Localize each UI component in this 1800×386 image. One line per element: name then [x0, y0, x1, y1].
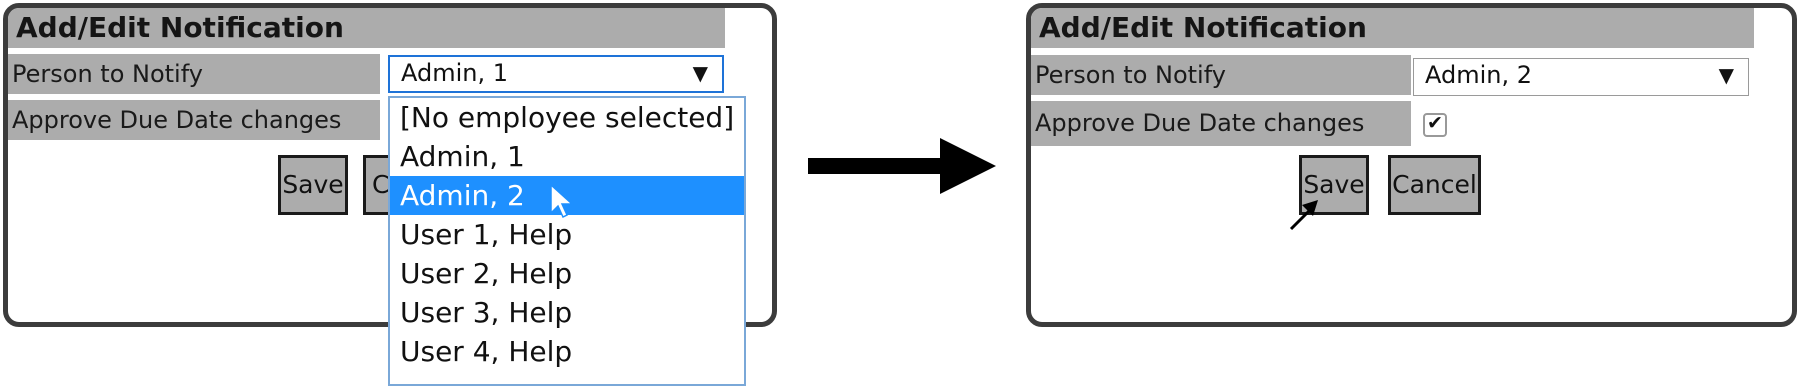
checkmark-icon: ✔ [1427, 112, 1443, 134]
person-select[interactable]: Admin, 1 ▼ [388, 55, 724, 93]
person-to-notify-label: Person to Notify [1031, 55, 1411, 95]
notification-panel-before: Add/Edit Notification Person to Notify A… [3, 3, 777, 386]
dropdown-option[interactable]: User 4, Help [390, 332, 744, 371]
dropdown-option[interactable]: User 3, Help [390, 293, 744, 332]
panel-title: Add/Edit Notification [8, 8, 725, 48]
dropdown-option[interactable]: User 2, Help [390, 254, 744, 293]
notification-panel-after: Add/Edit Notification Person to Notify A… [1026, 3, 1797, 327]
approve-due-date-label: Approve Due Date changes [8, 100, 380, 140]
panel-title: Add/Edit Notification [1031, 8, 1754, 48]
mouse-cursor-icon [550, 183, 574, 219]
approve-due-date-label: Approve Due Date changes [1031, 101, 1411, 146]
approve-due-date-checkbox[interactable]: ✔ [1423, 112, 1447, 137]
mouse-cursor-icon [1289, 200, 1318, 231]
dropdown-arrow-icon: ▼ [692, 61, 708, 85]
dropdown-arrow-icon: ▼ [1718, 63, 1734, 87]
person-select-value: Admin, 2 [1425, 61, 1533, 89]
person-to-notify-label: Person to Notify [8, 54, 380, 94]
save-button[interactable]: Save [278, 155, 348, 215]
arrow-right-icon [808, 138, 996, 194]
person-select-value: Admin, 1 [401, 59, 509, 87]
cancel-button[interactable]: Cancel [1388, 155, 1481, 215]
dropdown-option[interactable]: Admin, 1 [390, 137, 744, 176]
person-dropdown-list[interactable]: [No employee selected] Admin, 1 Admin, 2… [388, 96, 746, 386]
dropdown-option[interactable]: [No employee selected] [390, 98, 744, 137]
person-select[interactable]: Admin, 2 ▼ [1413, 58, 1749, 96]
